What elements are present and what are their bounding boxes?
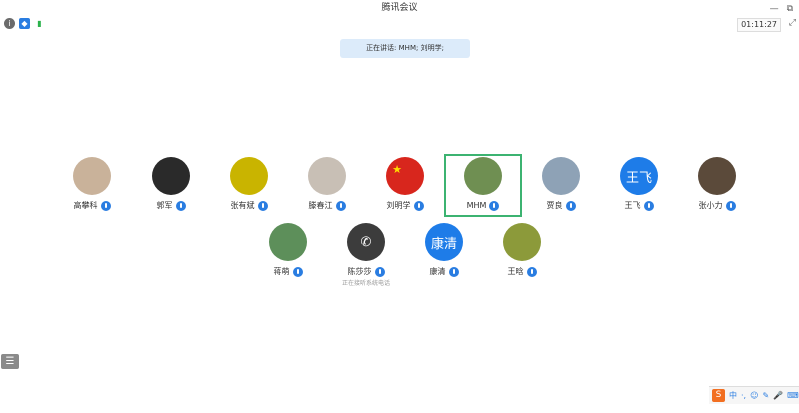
member-list-button[interactable]: ☰ xyxy=(1,354,19,369)
mic-icon xyxy=(292,266,303,277)
mic-icon xyxy=(335,200,346,211)
participant-name: 王飞 xyxy=(624,201,641,210)
participant-tile[interactable]: 张小力 xyxy=(682,157,752,211)
participant-status: 正在接听系统电话 xyxy=(341,280,390,287)
participant-name: 陈莎莎 xyxy=(347,267,372,276)
mic-icon xyxy=(526,266,537,277)
top-toolbar: i ◆ ▮ 01:11:27 ⤢ xyxy=(0,16,799,32)
mic-icon xyxy=(175,200,186,211)
mic-icon xyxy=(448,266,459,277)
speaking-indicator: 正在讲话: MHM; 刘明学; xyxy=(340,39,470,58)
mic-icon xyxy=(643,200,654,211)
participant-name: MHM xyxy=(466,201,487,210)
avatar: ★ xyxy=(386,157,424,195)
voice-input-icon[interactable]: 🎤 xyxy=(773,391,783,400)
avatar xyxy=(698,157,736,195)
punctuation-icon[interactable]: ·, xyxy=(741,391,746,400)
participant-name: 王晗 xyxy=(507,267,524,276)
avatar xyxy=(230,157,268,195)
participant-tile[interactable]: 王晗 xyxy=(487,223,557,277)
participant-name: 张有斌 xyxy=(230,201,255,210)
mic-icon xyxy=(257,200,268,211)
participant-name: 张小力 xyxy=(698,201,723,210)
avatar: 康清 xyxy=(425,223,463,261)
participant-name: 蒋萌 xyxy=(273,267,290,276)
participant-tile[interactable]: ✆ 陈莎莎 正在接听系统电话 xyxy=(331,223,401,287)
participant-name: 刘明学 xyxy=(386,201,411,210)
mic-icon xyxy=(489,200,500,211)
avatar xyxy=(542,157,580,195)
info-icon[interactable]: i xyxy=(4,18,15,29)
status-icons: i ◆ ▮ xyxy=(4,18,45,29)
avatar xyxy=(73,157,111,195)
participant-tile[interactable]: 高攀科 xyxy=(57,157,127,211)
mic-icon xyxy=(565,200,576,211)
emoji-icon[interactable]: ☺ xyxy=(750,391,758,400)
mic-icon xyxy=(413,200,424,211)
phone-avatar: ✆ xyxy=(347,223,385,261)
mic-icon xyxy=(374,266,385,277)
meeting-timer: 01:11:27 xyxy=(737,18,781,32)
participant-name: 贾良 xyxy=(546,201,563,210)
avatar xyxy=(503,223,541,261)
ime-toolbar: S 中 ·, ☺ ✎ 🎤 ⌨ xyxy=(709,386,799,404)
participant-tile[interactable]: 张有斌 xyxy=(214,157,284,211)
avatar xyxy=(308,157,346,195)
ime-mode-toggle[interactable]: 中 xyxy=(729,390,737,401)
security-shield-icon[interactable]: ◆ xyxy=(19,18,30,29)
participant-tile[interactable]: ★ 刘明学 xyxy=(370,157,440,211)
participant-tile[interactable]: MHM xyxy=(448,157,518,211)
fullscreen-icon[interactable]: ⤢ xyxy=(789,18,796,28)
mic-icon xyxy=(100,200,111,211)
keyboard-icon[interactable]: ⌨ xyxy=(787,391,799,400)
sogou-logo-icon[interactable]: S xyxy=(712,389,725,402)
participant-tile[interactable]: 滕春江 xyxy=(292,157,362,211)
participant-tile[interactable]: 贾良 xyxy=(526,157,596,211)
window-title: 腾讯会议 xyxy=(381,3,418,13)
participant-name: 郭军 xyxy=(156,201,173,210)
participant-name: 康清 xyxy=(429,267,446,276)
star-icon: ★ xyxy=(392,162,402,176)
participant-tile[interactable]: 康清 康清 xyxy=(409,223,479,277)
avatar xyxy=(464,157,502,195)
participant-tile[interactable]: 郭军 xyxy=(136,157,206,211)
participant-tile[interactable]: 蒋萌 xyxy=(253,223,323,277)
avatar xyxy=(152,157,190,195)
participant-tile[interactable]: 王飞 王飞 xyxy=(604,157,674,211)
avatar: 王飞 xyxy=(620,157,658,195)
participant-name: 高攀科 xyxy=(73,201,98,210)
network-signal-icon[interactable]: ▮ xyxy=(34,18,45,29)
handwriting-icon[interactable]: ✎ xyxy=(762,391,769,400)
participant-name: 滕春江 xyxy=(308,201,333,210)
mic-icon xyxy=(725,200,736,211)
title-bar: 腾讯会议 — ⧉ xyxy=(0,0,799,17)
avatar xyxy=(269,223,307,261)
